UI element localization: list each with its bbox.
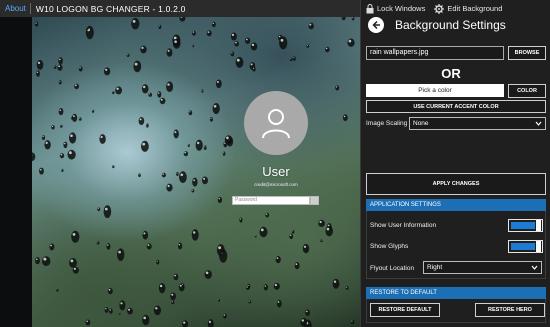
panel-toolbar: Lock Windows Edit Background [361, 0, 550, 17]
lockscreen-preview: User credit@microsoft.com Password [0, 17, 360, 327]
restore-default-header: RESTORE TO DEFAULT [366, 287, 546, 299]
image-file-field[interactable]: rain wallpapers.jpg [366, 46, 504, 60]
about-link[interactable]: About [0, 0, 30, 17]
page-title: Background Settings [395, 18, 506, 32]
app-title: W10 LOGON BG CHANGER - 1.0.2.0 [35, 3, 186, 14]
lock-windows-button[interactable]: Lock Windows [366, 3, 426, 14]
user-avatar [244, 91, 308, 155]
settings-panel: Lock Windows Edit Background Background … [360, 0, 550, 327]
title-bar: About W10 LOGON BG CHANGER - 1.0.2.0 [0, 0, 360, 17]
chevron-down-icon [531, 265, 538, 270]
back-button[interactable] [368, 17, 384, 33]
pick-color-swatch[interactable]: Pick a color [366, 84, 504, 97]
restore-section: RESTORE DEFAULT RESTORE HERO [366, 299, 546, 323]
lock-windows-label: Lock Windows [377, 4, 426, 13]
toggle-knob [536, 220, 541, 231]
toggle-knob [536, 241, 541, 252]
use-accent-color-button[interactable]: USE CURRENT ACCENT COLOR [366, 100, 546, 113]
edit-background-button[interactable]: Edit Background [434, 3, 503, 14]
lockscreen-user-email: credit@microsoft.com [254, 182, 298, 187]
back-arrow-icon [372, 20, 380, 30]
image-scaling-label: Image Scaling [366, 120, 408, 127]
flyout-location-select[interactable]: Right [423, 261, 542, 274]
user-icon [262, 109, 290, 139]
chevron-down-icon [535, 121, 542, 126]
panel-header: Background Settings [361, 16, 550, 36]
application-settings-section: Show User Information Show Glyphs Flyout… [366, 211, 546, 279]
flyout-location-value: Right [427, 264, 443, 271]
lockscreen-password-field: Password [232, 196, 310, 205]
flyout-location-label: Flyout Location [370, 265, 415, 272]
color-button[interactable]: COLOR [508, 84, 546, 98]
gear-icon [434, 3, 445, 14]
image-scaling-value: None [413, 120, 429, 127]
toggle-fill [511, 222, 535, 229]
browse-button[interactable]: BROWSE [508, 46, 546, 60]
lockscreen-user-name: User [262, 164, 290, 179]
lockscreen-submit-button [310, 196, 319, 205]
show-user-info-toggle[interactable] [508, 219, 543, 232]
show-glyphs-label: Show Glyphs [370, 243, 409, 250]
show-glyphs-toggle[interactable] [508, 240, 543, 253]
or-divider: OR [441, 66, 461, 81]
title-separator [29, 3, 31, 14]
apply-changes-button[interactable]: APPLY CHANGES [366, 173, 546, 195]
restore-hero-button[interactable]: RESTORE HERO [475, 303, 545, 317]
restore-default-button[interactable]: RESTORE DEFAULT [370, 303, 440, 317]
application-settings-header: APPLICATION SETTINGS [366, 199, 546, 211]
edit-background-label: Edit Background [447, 4, 503, 13]
show-user-info-label: Show User Information [370, 222, 437, 229]
lock-icon [366, 3, 374, 13]
toggle-fill [511, 243, 535, 250]
image-scaling-select[interactable]: None [409, 117, 546, 130]
